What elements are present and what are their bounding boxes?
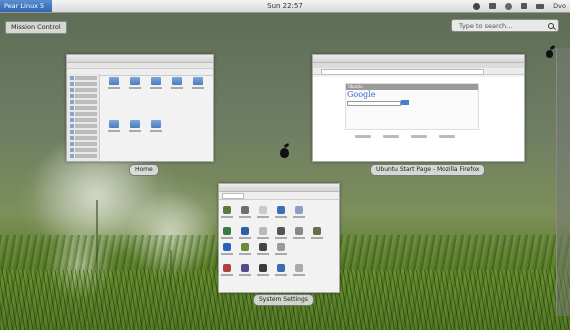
user-menu[interactable]: Dvo: [553, 2, 566, 10]
pear-icon: [546, 50, 553, 58]
network-settings-icon[interactable]: [221, 227, 233, 239]
distro-menu-button[interactable]: Pear Linux 5: [0, 0, 52, 12]
printers-icon[interactable]: [239, 243, 251, 255]
folder-item[interactable]: [188, 77, 209, 114]
bluetooth-icon[interactable]: [239, 227, 251, 239]
pear-icon: [280, 148, 289, 158]
top-panel: Pear Linux 5 Sun 22:57 Dvo: [0, 0, 570, 13]
appearance-icon[interactable]: [221, 206, 233, 218]
user-accounts-icon[interactable]: [293, 264, 305, 276]
settings-row: [219, 242, 339, 258]
folder-item[interactable]: [124, 77, 145, 114]
system-settings-window-caption[interactable]: System Settings: [253, 294, 314, 306]
folder-item[interactable]: [167, 77, 188, 114]
folder-icon: [172, 77, 183, 85]
next-workspace-edge[interactable]: [556, 48, 570, 316]
home-titlebar: [67, 55, 213, 63]
folder-item[interactable]: [145, 77, 166, 114]
folder-icon: [129, 120, 140, 128]
mission-control-label: Mission Control: [5, 21, 67, 34]
folder-icon: [108, 77, 119, 85]
firefox-url-bar: [321, 69, 484, 75]
power-icon[interactable]: [473, 2, 481, 10]
home-sidebar: [67, 74, 100, 161]
power-settings-icon[interactable]: [221, 243, 233, 255]
folder-icon: [193, 77, 204, 85]
firefox-navbar: [313, 68, 524, 75]
details-icon[interactable]: [257, 264, 269, 276]
displays-icon[interactable]: [275, 227, 287, 239]
home-folder-grid: [103, 77, 209, 157]
language-icon[interactable]: [275, 206, 287, 218]
online-accounts-icon[interactable]: [293, 206, 305, 218]
mail-icon[interactable]: [489, 3, 497, 9]
settings-row: [219, 263, 339, 279]
settings-row: [219, 205, 339, 221]
folder-item[interactable]: [103, 120, 124, 157]
search-input[interactable]: [459, 21, 543, 30]
keyboard-icon[interactable]: [257, 206, 269, 218]
wacom-icon[interactable]: [275, 243, 287, 255]
volume-icon[interactable]: [521, 3, 528, 9]
firefox-window-caption[interactable]: Ubuntu Start Page - Mozilla Firefox: [370, 164, 486, 176]
home-window-thumbnail[interactable]: [66, 54, 214, 162]
search-icon[interactable]: [548, 23, 554, 29]
google-search-field: [347, 101, 401, 106]
date-time-icon[interactable]: [239, 264, 251, 276]
google-logo: Google: [347, 90, 376, 99]
home-window-caption[interactable]: Home: [129, 164, 159, 176]
system-settings-window-thumbnail[interactable]: [218, 183, 340, 293]
folder-item[interactable]: [145, 120, 166, 157]
keyboard-layout-icon[interactable]: [293, 227, 305, 239]
firefox-page: Ubuntu Google: [313, 77, 524, 161]
sound-icon[interactable]: [257, 243, 269, 255]
firefox-titlebar: [313, 55, 524, 63]
folder-icon: [108, 120, 119, 128]
settings-row: [219, 226, 339, 242]
settings-titlebar: [219, 184, 339, 192]
search-box[interactable]: [451, 19, 559, 32]
mouse-icon[interactable]: [311, 227, 323, 239]
folder-icon: [129, 77, 140, 85]
google-search-button: [401, 100, 409, 105]
battery-icon[interactable]: [536, 3, 545, 9]
universal-access-icon[interactable]: [275, 264, 287, 276]
firefox-window-thumbnail[interactable]: Ubuntu Google: [312, 54, 525, 162]
network-icon[interactable]: [505, 2, 513, 10]
folder-icon: [150, 77, 161, 85]
folder-icon: [150, 120, 161, 128]
backup-icon[interactable]: [221, 264, 233, 276]
start-page-links: [355, 135, 455, 138]
system-tray: Dvo: [473, 0, 566, 12]
color-icon[interactable]: [257, 227, 269, 239]
brightness-icon[interactable]: [239, 206, 251, 218]
folder-item[interactable]: [103, 77, 124, 114]
settings-search: [219, 192, 339, 200]
folder-item[interactable]: [124, 120, 145, 157]
